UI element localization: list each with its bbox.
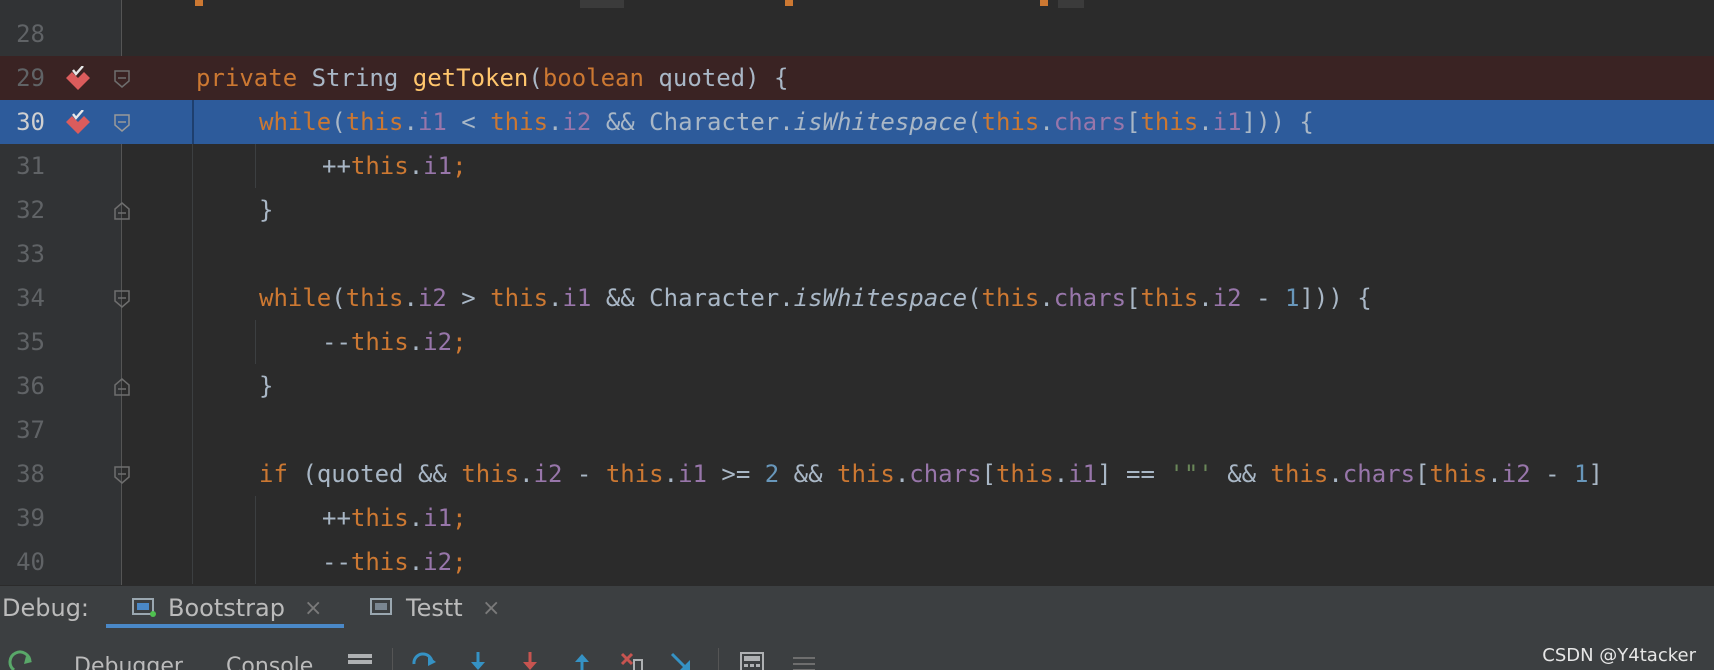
code-text: private String getToken(boolean quoted) … bbox=[196, 64, 789, 92]
fold-open-icon[interactable] bbox=[114, 114, 130, 132]
tab-label: Bootstrap bbox=[168, 594, 285, 622]
code-line-36[interactable]: 36 } bbox=[0, 364, 1714, 408]
breakpoint-icon[interactable] bbox=[64, 110, 92, 136]
debug-label: Debug: bbox=[2, 594, 90, 622]
fold-end-icon[interactable] bbox=[114, 202, 130, 220]
line-number: 35 bbox=[16, 328, 45, 356]
code-line-33[interactable]: 33 bbox=[0, 232, 1714, 276]
fold-open-icon[interactable] bbox=[114, 290, 130, 308]
code-line-29[interactable]: 29 private String getToken(boolean quote… bbox=[0, 56, 1714, 100]
debug-session-icon bbox=[132, 598, 156, 617]
code-text: while(this.i1 < this.i2 && Character.isW… bbox=[259, 108, 1314, 136]
step-into-icon[interactable] bbox=[464, 650, 492, 670]
debug-tab-bar: Debug: Bootstrap × Testt × bbox=[0, 585, 1714, 628]
line-number: 37 bbox=[16, 416, 45, 444]
step-over-icon[interactable] bbox=[410, 650, 438, 670]
code-text: --this.i2; bbox=[322, 328, 467, 356]
code-text: } bbox=[259, 372, 274, 400]
force-step-into-icon[interactable] bbox=[516, 650, 544, 670]
tab-bootstrap[interactable]: Bootstrap × bbox=[132, 586, 342, 628]
code-line-37[interactable]: 37 bbox=[0, 408, 1714, 452]
line-number: 29 bbox=[16, 64, 45, 92]
code-text: while(this.i2 > this.i1 && Character.isW… bbox=[259, 284, 1372, 312]
code-line-38[interactable]: 38 if (quoted && this.i2 - this.i1 >= 2 … bbox=[0, 452, 1714, 496]
code-line-39[interactable]: 39 ++this.i1; bbox=[0, 496, 1714, 540]
tab-console[interactable]: Console bbox=[226, 654, 313, 670]
code-text: } bbox=[259, 196, 274, 224]
indent-guide bbox=[192, 100, 194, 144]
code-line-35[interactable]: 35 --this.i2; bbox=[0, 320, 1714, 364]
method-breakpoint-icon[interactable] bbox=[64, 66, 92, 92]
close-icon[interactable]: × bbox=[482, 596, 500, 621]
watermark: CSDN @Y4tacker bbox=[1542, 645, 1696, 666]
line-number: 28 bbox=[16, 20, 45, 48]
layout-icon[interactable] bbox=[346, 650, 374, 670]
code-line-34[interactable]: 34 while(this.i2 > this.i1 && Character.… bbox=[0, 276, 1714, 320]
code-line-31[interactable]: 31 ++this.i1; bbox=[0, 144, 1714, 188]
step-out-icon[interactable] bbox=[568, 650, 596, 670]
code-text: ++this.i1; bbox=[322, 504, 467, 532]
line-number: 39 bbox=[16, 504, 45, 532]
fold-open-icon[interactable] bbox=[114, 466, 130, 484]
line-number: 40 bbox=[16, 548, 45, 576]
code-text: ++this.i1; bbox=[322, 152, 467, 180]
partial-previous-line bbox=[0, 0, 1714, 8]
code-text: if (quoted && this.i2 - this.i1 >= 2 && … bbox=[259, 460, 1603, 488]
code-line-32[interactable]: 32 } bbox=[0, 188, 1714, 232]
code-line-28[interactable]: 28 bbox=[0, 12, 1714, 56]
line-number: 30 bbox=[16, 108, 45, 136]
trace-current-stream-icon[interactable] bbox=[790, 650, 818, 670]
drop-frame-icon[interactable] bbox=[618, 650, 646, 670]
line-number: 36 bbox=[16, 372, 45, 400]
code-editor[interactable]: 28 29 private String getToken(boolean qu… bbox=[0, 0, 1714, 585]
tab-label: Testt bbox=[406, 594, 463, 622]
rerun-icon[interactable] bbox=[8, 650, 36, 670]
toolbar-separator bbox=[392, 648, 393, 670]
debug-toolbar: Debugger Console CSDN @Y4tacker bbox=[0, 628, 1714, 670]
tab-testt[interactable]: Testt × bbox=[370, 586, 510, 628]
line-number: 34 bbox=[16, 284, 45, 312]
line-number: 38 bbox=[16, 460, 45, 488]
run-to-cursor-icon[interactable] bbox=[670, 650, 698, 670]
line-number: 32 bbox=[16, 196, 45, 224]
debug-session-icon bbox=[370, 598, 392, 615]
toolbar-separator bbox=[718, 648, 719, 670]
line-number: 31 bbox=[16, 152, 45, 180]
evaluate-expression-icon[interactable] bbox=[738, 650, 766, 670]
code-text: --this.i2; bbox=[322, 548, 467, 576]
line-number: 33 bbox=[16, 240, 45, 268]
code-line-40[interactable]: 40 --this.i2; bbox=[0, 540, 1714, 584]
tab-debugger[interactable]: Debugger bbox=[74, 654, 183, 670]
close-icon[interactable]: × bbox=[304, 596, 322, 621]
fold-end-icon[interactable] bbox=[114, 378, 130, 396]
fold-open-icon[interactable] bbox=[114, 70, 130, 88]
code-line-30-current[interactable]: 30 while(this.i1 < this.i2 && Character.… bbox=[0, 100, 1714, 144]
